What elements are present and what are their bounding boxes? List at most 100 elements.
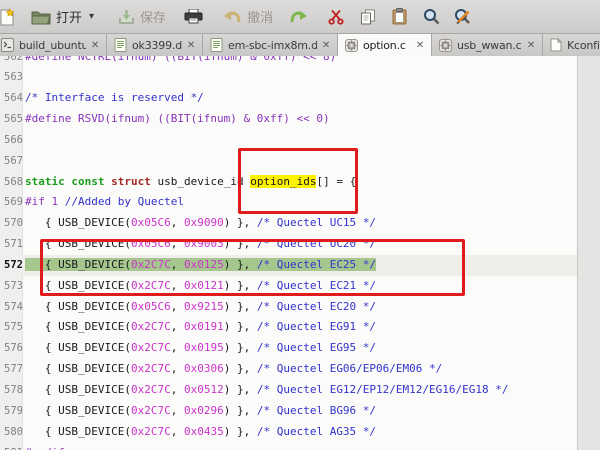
line-number: 574 (0, 297, 22, 318)
line-number: 576 (0, 338, 22, 359)
undo-icon (223, 10, 242, 24)
tab-label: Kconfig (567, 39, 600, 52)
code-text: static const struct usb_device_id option… (22, 172, 600, 193)
code-text (22, 67, 600, 88)
code-line-573[interactable]: 573 { USB_DEVICE(0x2C7C, 0x0121) }, /* Q… (0, 276, 600, 297)
scissors-icon (328, 9, 344, 25)
open-button[interactable]: 打开▾ (26, 5, 99, 28)
tab-usb-wwan-c[interactable]: usb_wwan.c ✕ (432, 34, 543, 56)
text-editor-window: 打开▾保存撤消 build_ubuntu.sh✕ok3399.dts✕em-sb… (0, 0, 600, 450)
tab-close-icon[interactable]: ✕ (322, 40, 330, 51)
code-text: { USB_DEVICE(0x05C6, 0x9090) }, /* Quect… (22, 213, 600, 234)
line-number: 564 (0, 88, 22, 109)
replace-button[interactable] (449, 6, 477, 27)
line-number: 568 (0, 172, 22, 193)
clipboard-icon (392, 8, 407, 25)
code-text: { USB_DEVICE(0x05C6, 0x9215) }, /* Quect… (22, 297, 600, 318)
code-text: { USB_DEVICE(0x2C7C, 0x0191) }, /* Quect… (22, 317, 600, 338)
code-text: { USB_DEVICE(0x2C7C, 0x0435) }, /* Quect… (22, 422, 600, 443)
tab-em-sbc-imx8m-dts[interactable]: em-sbc-imx8m.dts ✕ (203, 34, 338, 56)
code-line-567[interactable]: 567 (0, 151, 600, 172)
plain-file-icon (550, 38, 562, 52)
code-text: { USB_DEVICE(0x05C6, 0x9003) }, /* Quect… (22, 234, 600, 255)
code-line-563[interactable]: 563 (0, 67, 600, 88)
copy-icon (360, 9, 376, 25)
line-number: 565 (0, 109, 22, 130)
code-lines: 562#define NCTRL(ifnum) ((BIT(ifnum) & 0… (0, 56, 600, 450)
new-file-button[interactable] (0, 6, 20, 28)
undo-button[interactable]: 撤消 (218, 5, 278, 28)
script-file-icon (1, 38, 14, 52)
vertical-scrollbar[interactable] (577, 56, 600, 450)
tab-build-ubuntu-sh[interactable]: build_ubuntu.sh ✕ (0, 34, 107, 56)
code-line-578[interactable]: 578 { USB_DEVICE(0x2C7C, 0x0512) }, /* Q… (0, 380, 600, 401)
line-number: 567 (0, 151, 22, 172)
tab-close-icon[interactable]: ✕ (91, 40, 99, 51)
line-number: 579 (0, 401, 22, 422)
paste-button[interactable] (387, 6, 412, 27)
redo-button[interactable] (284, 8, 313, 26)
line-number: 572 (0, 255, 22, 276)
save-label: 保存 (140, 7, 166, 26)
code-line-566[interactable]: 566 (0, 130, 600, 151)
code-text: #define NCTRL(ifnum) ((BIT(ifnum) & 0xff… (22, 56, 600, 67)
code-line-581[interactable]: 581#endif (0, 443, 600, 450)
code-text: { USB_DEVICE(0x2C7C, 0x0125) }, /* Quect… (22, 255, 600, 276)
c-file-icon (345, 39, 358, 52)
line-number: 570 (0, 213, 22, 234)
c-file-icon (439, 39, 452, 52)
line-number: 566 (0, 130, 22, 151)
print-button[interactable] (179, 7, 208, 26)
tab-ok3399-dts[interactable]: ok3399.dts ✕ (107, 34, 203, 56)
code-line-564[interactable]: 564/* Interface is reserved */ (0, 88, 600, 109)
code-line-571[interactable]: 571 { USB_DEVICE(0x05C6, 0x9003) }, /* Q… (0, 234, 600, 255)
code-editor[interactable]: 562#define NCTRL(ifnum) ((BIT(ifnum) & 0… (0, 56, 600, 450)
tab-kconfig[interactable]: Kconfig✕ (543, 34, 600, 56)
code-text (22, 130, 600, 151)
tab-option-c[interactable]: option.c✕ (338, 34, 432, 56)
code-text: { USB_DEVICE(0x2C7C, 0x0512) }, /* Quect… (22, 380, 600, 401)
tab-label: em-sbc-imx8m.dts (228, 39, 317, 52)
tab-label: ok3399.dts (132, 39, 182, 52)
chevron-down-icon[interactable]: ▾ (89, 11, 94, 22)
code-line-569[interactable]: 569#if 1 //Added by Quectel (0, 192, 600, 213)
new-file-icon (0, 8, 15, 26)
redo-icon (289, 10, 308, 24)
search-button[interactable] (418, 6, 445, 27)
code-line-577[interactable]: 577 { USB_DEVICE(0x2C7C, 0x0306) }, /* Q… (0, 359, 600, 380)
code-text: { USB_DEVICE(0x2C7C, 0x0121) }, /* Quect… (22, 276, 600, 297)
code-text (22, 151, 600, 172)
copy-button[interactable] (355, 7, 381, 27)
printer-icon (184, 9, 203, 24)
line-number: 571 (0, 234, 22, 255)
dts-file-icon (210, 38, 223, 52)
code-line-565[interactable]: 565#define RSVD(ifnum) ((BIT(ifnum) & 0x… (0, 109, 600, 130)
code-line-572[interactable]: 572 { USB_DEVICE(0x2C7C, 0x0125) }, /* Q… (0, 255, 600, 276)
tab-close-icon[interactable]: ✕ (187, 40, 195, 51)
folder-open-icon (31, 9, 51, 25)
line-number: 581 (0, 443, 22, 450)
code-line-575[interactable]: 575 { USB_DEVICE(0x2C7C, 0x0191) }, /* Q… (0, 317, 600, 338)
code-line-574[interactable]: 574 { USB_DEVICE(0x05C6, 0x9215) }, /* Q… (0, 297, 600, 318)
magnifier-icon (423, 8, 440, 25)
line-number: 580 (0, 422, 22, 443)
tab-label: usb_wwan.c (457, 39, 521, 52)
code-line-568[interactable]: 568static const struct usb_device_id opt… (0, 172, 600, 193)
tab-label: build_ubuntu.sh (19, 39, 86, 52)
tab-close-icon[interactable]: ✕ (527, 40, 535, 51)
save-button[interactable]: 保存 (113, 5, 171, 28)
tab-bar: build_ubuntu.sh✕ok3399.dts✕em-sbc-imx8m.… (0, 34, 600, 56)
code-line-562[interactable]: 562#define NCTRL(ifnum) ((BIT(ifnum) & 0… (0, 56, 600, 67)
code-line-579[interactable]: 579 { USB_DEVICE(0x2C7C, 0x0296) }, /* Q… (0, 401, 600, 422)
code-line-570[interactable]: 570 { USB_DEVICE(0x05C6, 0x9090) }, /* Q… (0, 213, 600, 234)
cut-button[interactable] (323, 7, 349, 27)
line-number: 563 (0, 67, 22, 88)
code-text: { USB_DEVICE(0x2C7C, 0x0306) }, /* Quect… (22, 359, 600, 380)
line-number: 569 (0, 192, 22, 213)
dts-file-icon (114, 38, 127, 52)
code-line-576[interactable]: 576 { USB_DEVICE(0x2C7C, 0x0195) }, /* Q… (0, 338, 600, 359)
code-text: #if 1 //Added by Quectel (22, 192, 600, 213)
line-number: 562 (0, 56, 22, 67)
code-line-580[interactable]: 580 { USB_DEVICE(0x2C7C, 0x0435) }, /* Q… (0, 422, 600, 443)
tab-close-icon[interactable]: ✕ (416, 40, 424, 51)
